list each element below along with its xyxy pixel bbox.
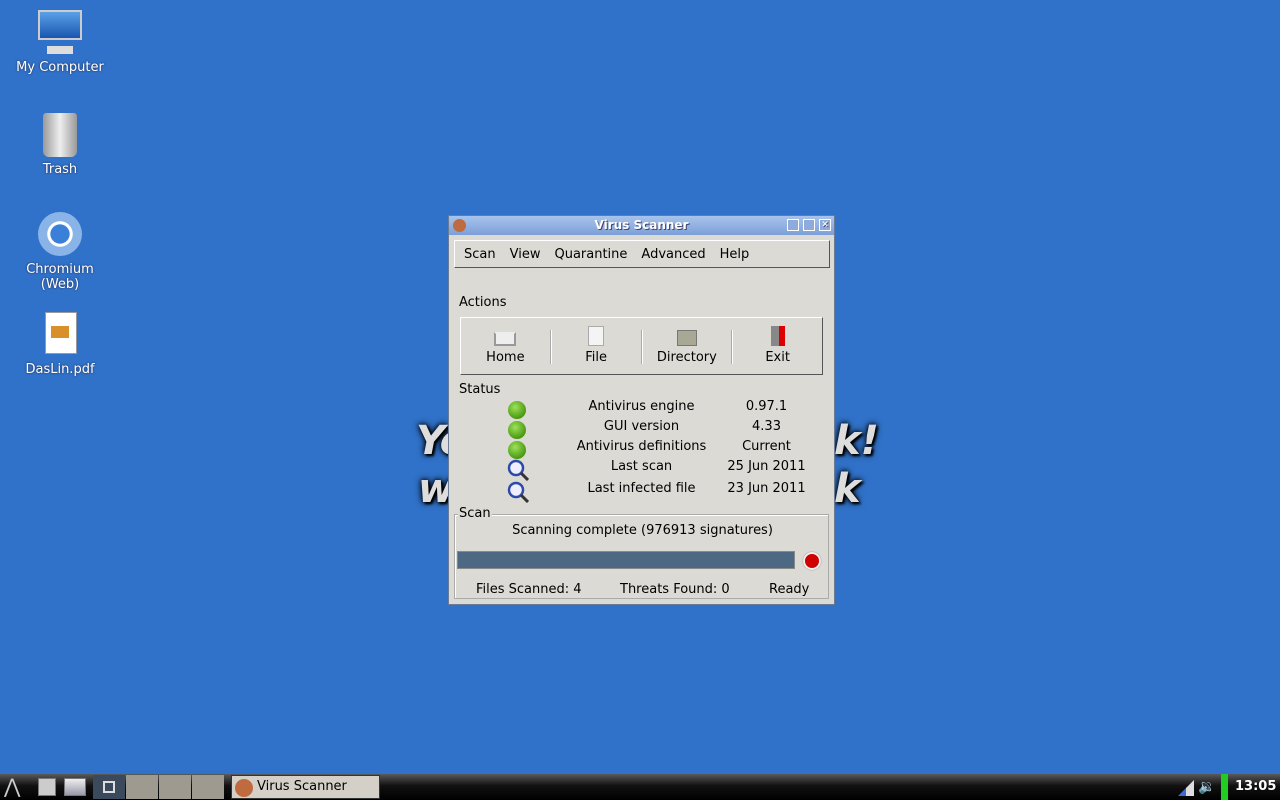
- files-scanned: Files Scanned: 4: [476, 582, 582, 597]
- home-button[interactable]: Home: [461, 318, 550, 374]
- scan-state: Ready: [769, 582, 810, 597]
- close-button[interactable]: ✕: [819, 219, 831, 231]
- status-row: Last infected file 23 Jun 2011: [449, 481, 836, 503]
- exit-icon: [770, 326, 785, 346]
- icon-label: Trash: [42, 162, 78, 177]
- status-key: Antivirus definitions: [576, 439, 707, 454]
- taskbar: ⋀ Virus Scanner 🔉 13:05: [0, 774, 1280, 800]
- green-dot-icon: [508, 421, 526, 439]
- scan-progress-bar: [457, 551, 795, 569]
- status-key: Antivirus engine: [588, 399, 695, 414]
- home-icon: [494, 332, 517, 346]
- app-icon: [235, 779, 253, 797]
- app-icon: [453, 219, 466, 232]
- directory-button[interactable]: Directory: [643, 318, 732, 374]
- status-value: 25 Jun 2011: [727, 459, 806, 474]
- file-manager-icon[interactable]: [38, 778, 56, 796]
- button-label: Home: [486, 350, 525, 365]
- status-row: Last scan 25 Jun 2011: [449, 459, 836, 481]
- stop-icon[interactable]: [803, 552, 821, 570]
- icon-label: DasLin.pdf: [25, 362, 95, 377]
- actions-label: Actions: [459, 295, 507, 310]
- status-key: GUI version: [603, 419, 680, 434]
- button-label: File: [585, 350, 607, 365]
- exit-button[interactable]: Exit: [733, 318, 822, 374]
- green-dot-icon: [508, 441, 526, 459]
- folder-icon: [676, 330, 697, 346]
- menu-bar: Scan View Quarantine Advanced Help: [454, 240, 830, 268]
- title-bar[interactable]: Virus Scanner ✕: [449, 216, 834, 235]
- status-value: 4.33: [752, 419, 781, 434]
- wallpaper-text: k!: [834, 418, 879, 464]
- actions-toolbar: Home File Directory Exit: [460, 317, 823, 375]
- menu-help[interactable]: Help: [720, 247, 750, 262]
- chromium-icon: [35, 210, 85, 260]
- menu-advanced[interactable]: Advanced: [641, 247, 705, 262]
- status-row: Antivirus definitions Current: [449, 439, 836, 459]
- desktop-icon-chromium[interactable]: Chromium (Web): [0, 210, 120, 292]
- button-label: Directory: [656, 350, 717, 365]
- window-title: Virus Scanner: [594, 218, 689, 232]
- workspace-4[interactable]: [192, 775, 224, 799]
- status-value: 23 Jun 2011: [727, 481, 806, 496]
- computer-icon: [35, 8, 85, 58]
- wallpaper-text: k: [834, 466, 861, 512]
- desktop-icon-daslin-pdf[interactable]: DasLin.pdf: [0, 310, 120, 377]
- threats-found: Threats Found: 0: [620, 582, 730, 597]
- scan-group: Scan Scanning complete (976913 signature…: [454, 506, 829, 599]
- desktop-icon-my-computer[interactable]: My Computer: [0, 8, 120, 75]
- task-label: Virus Scanner: [257, 779, 347, 794]
- magnifier-icon: [507, 459, 529, 481]
- maximize-button[interactable]: [803, 219, 815, 231]
- show-desktop-icon[interactable]: [64, 778, 86, 796]
- status-key: Last scan: [610, 459, 673, 474]
- clock[interactable]: 13:05: [1235, 775, 1276, 799]
- start-menu-icon[interactable]: ⋀: [4, 775, 34, 799]
- status-value: 0.97.1: [745, 399, 788, 414]
- icon-label: Chromium (Web): [26, 262, 94, 292]
- menu-view[interactable]: View: [510, 247, 541, 262]
- virus-scanner-window: Virus Scanner ✕ Scan View Quarantine Adv…: [448, 215, 835, 605]
- status-value: Current: [742, 439, 791, 454]
- scan-message: Scanning complete (976913 signatures): [512, 523, 773, 538]
- status-key: Last infected file: [587, 481, 696, 496]
- status-row: Antivirus engine 0.97.1: [449, 399, 836, 419]
- workspace-1[interactable]: [93, 775, 125, 799]
- desktop-icon-trash[interactable]: Trash: [0, 110, 120, 177]
- pdf-icon: [35, 310, 85, 360]
- menu-quarantine[interactable]: Quarantine: [554, 247, 627, 262]
- workspace-3[interactable]: [159, 775, 191, 799]
- magnifier-icon: [507, 481, 529, 503]
- network-icon[interactable]: [1178, 780, 1194, 796]
- scan-label: Scan: [458, 506, 492, 521]
- green-dot-icon: [508, 401, 526, 419]
- workspace-2[interactable]: [126, 775, 158, 799]
- menu-scan[interactable]: Scan: [464, 247, 496, 262]
- cpu-indicator: [1221, 774, 1228, 800]
- trash-icon: [35, 110, 85, 160]
- minimize-button[interactable]: [787, 219, 799, 231]
- taskbar-task-virus-scanner[interactable]: Virus Scanner: [231, 775, 380, 799]
- volume-icon[interactable]: 🔉: [1198, 775, 1216, 799]
- file-icon: [588, 326, 605, 346]
- status-row: GUI version 4.33: [449, 419, 836, 439]
- button-label: Exit: [765, 350, 790, 365]
- status-label: Status: [459, 382, 501, 397]
- file-button[interactable]: File: [552, 318, 641, 374]
- icon-label: My Computer: [16, 60, 104, 75]
